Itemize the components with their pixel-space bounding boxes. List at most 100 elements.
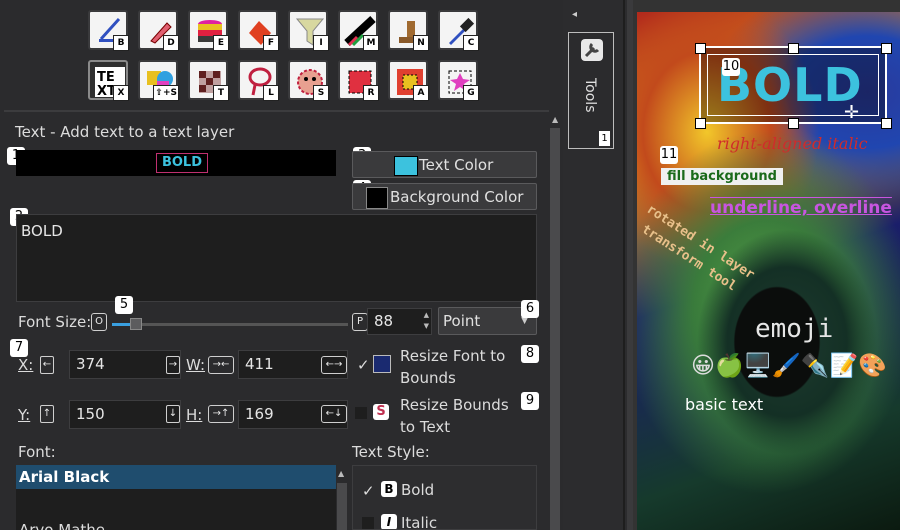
canvas-fill-background-text: fill background — [661, 168, 783, 185]
italic-check[interactable] — [362, 517, 374, 529]
rect-select-tool-button[interactable]: R — [338, 60, 379, 101]
image-canvas[interactable]: BOLD ✛ 10 right-aligned italic 11 fill b… — [637, 12, 900, 530]
y-value: 150 — [76, 405, 105, 423]
canvas-underline-text: underline, overline — [710, 198, 892, 218]
font-size-slider-handle[interactable] — [130, 318, 142, 330]
pencil-tool-button[interactable]: D — [138, 10, 179, 51]
move-right-icon[interactable]: → — [166, 356, 180, 374]
font-list-item-selected[interactable]: Arial Black — [16, 465, 336, 489]
move-cursor-icon: ✛ — [844, 102, 860, 123]
bold-check[interactable]: ✓ — [362, 482, 375, 500]
shortcut-label: R — [363, 85, 379, 101]
h-value: 169 — [245, 405, 274, 423]
font-size-slider-track[interactable] — [112, 323, 348, 326]
y-field[interactable]: 150 — [69, 400, 181, 429]
text-input-area[interactable]: BOLD — [16, 214, 537, 302]
font-size-min-key[interactable]: O — [91, 313, 107, 331]
canvas-right-italic-text: right-aligned italic — [717, 134, 868, 153]
face-select-tool-button[interactable]: S — [288, 60, 329, 101]
magic-brush-tool-button[interactable]: M — [338, 10, 379, 51]
x-value: 374 — [76, 355, 105, 373]
resize-handle[interactable] — [695, 43, 706, 54]
canvas-emoji-label: emoji — [755, 314, 834, 344]
preview-sample: BOLD — [156, 153, 208, 173]
shrink-height-icon[interactable]: →↑ — [208, 405, 234, 423]
resize-handle[interactable] — [695, 118, 706, 129]
move-up-icon[interactable]: ↑ — [40, 405, 54, 423]
font-size-value: 88 — [374, 312, 394, 330]
options-scrollbar[interactable]: ▲ — [549, 112, 561, 530]
grow-width-icon[interactable]: ←→ — [321, 356, 347, 374]
text-color-button[interactable]: Text Color — [352, 151, 537, 178]
font-label: Font: — [18, 443, 56, 461]
stamp-tool-button[interactable]: N — [388, 10, 429, 51]
shortcut-label: N — [413, 35, 429, 51]
canvas-basic-text: basic text — [685, 395, 764, 414]
w-label: W: — [186, 356, 206, 374]
shortcut-label: I — [313, 35, 329, 51]
resize-handle[interactable] — [881, 43, 892, 54]
text-tool-button[interactable]: TE XT X — [88, 60, 129, 101]
badge-10: 10 — [722, 58, 740, 76]
background-color-button[interactable]: Background Color — [352, 183, 537, 210]
font-size-spinner[interactable]: ▲ ▼ — [424, 310, 429, 332]
move-left-icon[interactable]: ← — [40, 356, 54, 374]
tools-tab-label: Tools — [582, 78, 598, 113]
shape-tool-button[interactable]: ⇧+S — [138, 60, 179, 101]
resize-font-label: Resize Font to Bounds — [400, 347, 506, 387]
pen-tool-button[interactable]: B — [88, 10, 129, 51]
shortcut-label: X — [113, 85, 129, 101]
badge-7: 7 — [10, 339, 28, 357]
bold-icon: B — [381, 481, 397, 497]
canvas-emoji-row: 😀🍏🖥️🖌️✒️📝🎨 — [691, 353, 887, 379]
shortcut-label: B — [113, 35, 129, 51]
background-color-swatch — [366, 187, 388, 209]
font-list-scrollbar[interactable]: ▲ — [336, 465, 348, 530]
svg-text:TE: TE — [97, 70, 115, 85]
resize-bounds-icon: S — [373, 404, 389, 420]
resize-bounds-check[interactable] — [355, 407, 367, 419]
move-down-icon[interactable]: ↓ — [166, 405, 180, 423]
resize-bounds-label: Resize Bounds to Text — [400, 396, 509, 436]
resize-font-check[interactable]: ✓ — [357, 356, 370, 374]
eyedropper-tool-button[interactable]: C — [438, 10, 479, 51]
tools-tab-count: 1 — [599, 131, 610, 146]
checker-tool-button[interactable]: T — [188, 60, 229, 101]
badge-6: 6 — [521, 300, 539, 318]
x-field[interactable]: 374 — [69, 350, 181, 379]
font-size-field[interactable]: 88 ▲ ▼ — [367, 308, 432, 335]
shortcut-label: L — [263, 85, 279, 101]
tools-tab[interactable]: Tools 1 — [568, 32, 614, 149]
font-list[interactable]: Arial Black Arvo Mathe — [16, 465, 336, 530]
lasso-tool-button[interactable]: L — [238, 60, 279, 101]
shortcut-label: ⇧+S — [153, 85, 179, 101]
fill-tool-button[interactable]: F — [238, 10, 279, 51]
text-preview: BOLD — [16, 150, 336, 176]
tools-dock: ◂ Tools 1 — [563, 0, 627, 530]
collapse-icon[interactable]: ◂ — [572, 9, 577, 20]
text-style-label: Text Style: — [352, 443, 430, 461]
shortcut-label: G — [463, 85, 479, 101]
shortcut-label: S — [313, 85, 329, 101]
canvas-area[interactable]: BOLD ✛ 10 right-aligned italic 11 fill b… — [627, 0, 900, 530]
tool-title: Text - Add text to a text layer — [15, 123, 235, 141]
font-list-item[interactable]: Arvo Mathe — [19, 521, 105, 530]
auto-select-tool-button[interactable]: A — [388, 60, 429, 101]
shortcut-label: D — [163, 35, 179, 51]
font-size-max-key[interactable]: P — [352, 313, 368, 331]
badge-5: 5 — [115, 296, 133, 314]
filter-tool-button[interactable]: I — [288, 10, 329, 51]
resize-font-icon — [373, 355, 391, 373]
resize-handle[interactable] — [788, 43, 799, 54]
shrink-width-icon[interactable]: →← — [208, 356, 234, 374]
font-size-slider-fill — [112, 323, 130, 326]
y-label: Y: — [18, 406, 31, 424]
gradient-tool-button[interactable]: G — [438, 60, 479, 101]
toolbar-divider — [4, 110, 549, 112]
italic-icon: I — [381, 514, 397, 529]
wrench-icon — [581, 39, 603, 61]
resize-handle[interactable] — [881, 118, 892, 129]
layers-tool-button[interactable]: E — [188, 10, 229, 51]
resize-handle[interactable] — [788, 118, 799, 129]
grow-height-icon[interactable]: ←↓ — [321, 405, 347, 423]
